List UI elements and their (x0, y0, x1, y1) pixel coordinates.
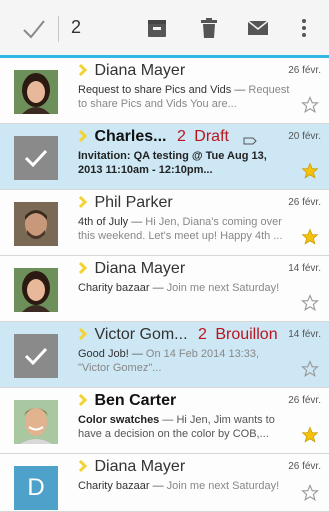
sender-name: Phil Parker (94, 194, 173, 211)
star-icon[interactable] (301, 228, 319, 246)
message-subject: Color swatches (78, 414, 160, 426)
message-row[interactable]: D Diana Mayer 26 févr. Charity bazaar — … (0, 454, 329, 512)
star-icon[interactable] (301, 294, 319, 312)
message-row[interactable]: Charles... 2 Draft 20 févr. Invitation: … (0, 124, 329, 190)
message-row[interactable]: Diana Mayer 26 févr. Request to share Pi… (0, 58, 329, 124)
message-subject: Invitation: QA testing @ Tue Aug 13, 201… (78, 150, 267, 176)
message-date: 14 févr. (288, 329, 321, 340)
sender-name: Diana Mayer (94, 458, 186, 475)
importance-marker-icon (78, 394, 88, 406)
message-preview: Join me next Saturday! (166, 282, 280, 294)
delete-icon[interactable] (197, 16, 221, 40)
check-icon[interactable] (22, 18, 46, 40)
message-count: 2 (197, 326, 207, 343)
avatar-photo (14, 268, 58, 312)
message-row[interactable]: Diana Mayer 14 févr. Charity bazaar — Jo… (0, 256, 329, 322)
star-icon[interactable] (301, 96, 319, 114)
overflow-icon[interactable] (300, 16, 324, 40)
message-row[interactable]: Victor Gom... 2 Brouillon 14 févr. Good … (0, 322, 329, 388)
message-subject: Charity bazaar (78, 282, 150, 294)
message-preview: Join me next Saturday! (166, 480, 280, 492)
message-date: 26 févr. (288, 461, 321, 472)
archive-icon[interactable] (145, 16, 169, 40)
message-subject: Good Job! (78, 348, 129, 360)
importance-marker-icon (78, 460, 88, 472)
check-icon (24, 149, 48, 168)
importance-marker-icon (78, 196, 88, 208)
sender-name: Victor Gom... (94, 326, 188, 343)
avatar[interactable] (14, 268, 58, 312)
toolbar-divider (58, 16, 59, 42)
message-subject: Charity bazaar (78, 480, 150, 492)
avatar-checked[interactable] (14, 334, 58, 378)
avatar-photo (14, 202, 58, 246)
sender-name: Diana Mayer (94, 260, 186, 277)
draft-label: Brouillon (215, 326, 278, 343)
importance-marker-icon (78, 262, 88, 274)
avatar-letter[interactable]: D (14, 466, 58, 510)
sender-name: Diana Mayer (94, 62, 186, 79)
message-list: Diana Mayer 26 févr. Request to share Pi… (0, 58, 329, 512)
importance-marker-icon (78, 328, 88, 340)
message-row[interactable]: Ben Carter 26 févr. Color swatches — Hi … (0, 388, 329, 454)
star-icon[interactable] (301, 484, 319, 502)
draft-label: Draft (194, 128, 229, 145)
avatar[interactable] (14, 400, 58, 444)
avatar-photo (14, 70, 58, 114)
check-icon (24, 347, 48, 366)
message-date: 14 févr. (288, 263, 321, 274)
importance-marker-icon (78, 64, 88, 76)
message-date: 20 févr. (288, 131, 321, 142)
importance-marker-icon (78, 130, 88, 142)
label-icon (243, 137, 257, 145)
avatar[interactable] (14, 70, 58, 114)
message-date: 26 févr. (288, 65, 321, 76)
selected-count: 2 (71, 17, 82, 37)
avatar-photo (14, 400, 58, 444)
message-date: 26 févr. (288, 197, 321, 208)
mark-unread-icon[interactable] (246, 16, 270, 40)
message-subject: Request to share Pics and Vids (78, 84, 232, 96)
message-row[interactable]: Phil Parker 26 févr. 4th of July — Hi Je… (0, 190, 329, 256)
avatar[interactable] (14, 202, 58, 246)
star-icon[interactable] (301, 426, 319, 444)
sender-name: Ben Carter (94, 392, 177, 409)
avatar-checked[interactable] (14, 136, 58, 180)
message-subject: 4th of July (78, 216, 129, 228)
message-date: 26 févr. (288, 395, 321, 406)
sender-name: Charles... (94, 128, 167, 145)
star-icon[interactable] (301, 162, 319, 180)
message-count: 2 (176, 128, 186, 145)
action-bar: 2 (0, 0, 329, 58)
star-icon[interactable] (301, 360, 319, 378)
